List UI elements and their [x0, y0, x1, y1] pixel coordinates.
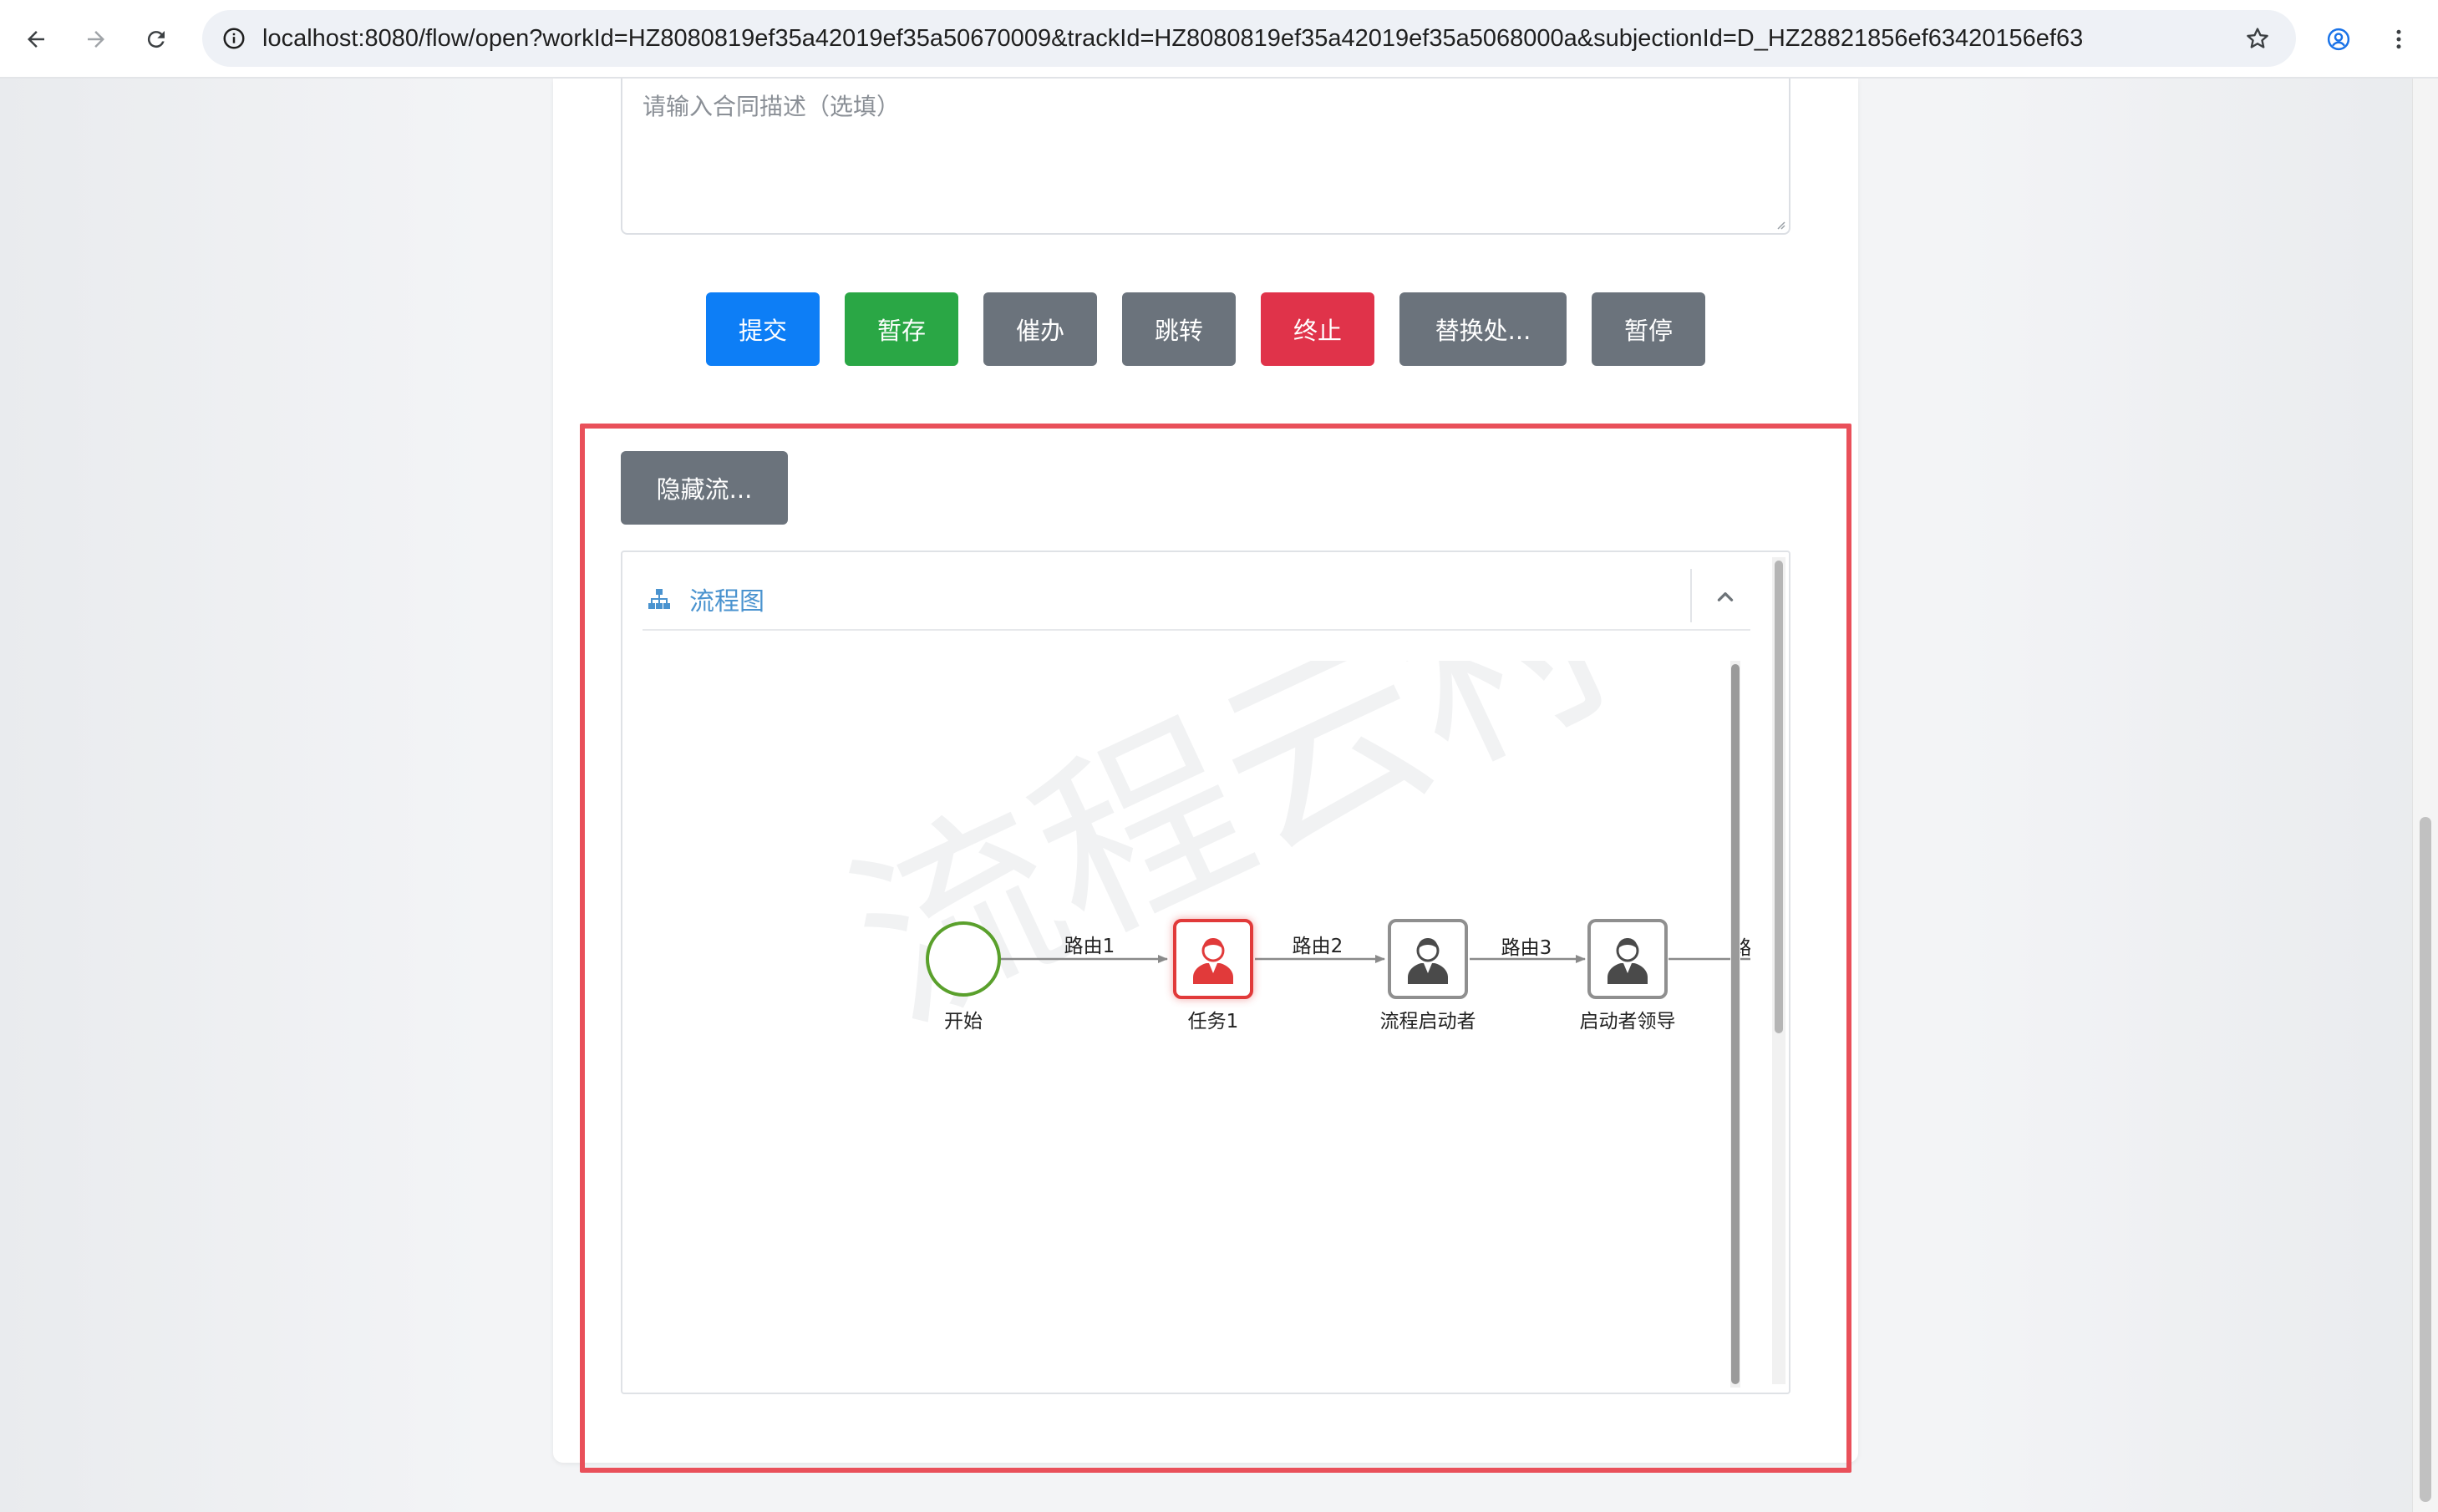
start-event[interactable] — [926, 921, 1001, 997]
terminate-button[interactable]: 终止 — [1261, 292, 1374, 366]
flow-canvas: 流程云村 开始 任务1 流程启动者 启动者领导 路由1 路由2 路由3 路 — [643, 661, 1750, 1379]
textarea-placeholder: 请输入合同描述（选填） — [643, 93, 901, 120]
canvas-scrollbar[interactable] — [1730, 661, 1740, 1388]
flow-chart-panel: 流程图 流程云村 开始 任务1 流程启动者 启动者领导 路由1 路由2 路由3 … — [621, 551, 1790, 1394]
pause-button[interactable]: 暂停 — [1592, 292, 1705, 366]
task1-label: 任务1 — [1187, 1011, 1239, 1033]
panel-title: 流程图 — [689, 587, 764, 616]
sitemap-icon — [648, 589, 670, 609]
task1-node[interactable] — [1173, 919, 1253, 999]
initiator-node[interactable] — [1388, 919, 1468, 999]
profile-button[interactable] — [2316, 17, 2361, 62]
route3-label: 路由3 — [1501, 937, 1552, 959]
back-button[interactable] — [13, 17, 58, 62]
star-icon[interactable] — [2239, 20, 2276, 57]
collapse-button[interactable] — [1709, 581, 1742, 614]
replace-handler-button[interactable]: 替换处... — [1399, 292, 1567, 366]
route1-label: 路由1 — [1064, 936, 1115, 957]
url-text[interactable]: localhost:8080/flow/open?workId=HZ808081… — [262, 10, 2084, 67]
hide-flow-button[interactable]: 隐藏流... — [621, 451, 788, 525]
reload-button[interactable] — [134, 17, 179, 62]
route2-label: 路由2 — [1292, 936, 1343, 957]
page-scrollbar-thumb[interactable] — [2420, 817, 2431, 1502]
panel-header: 流程图 — [643, 569, 1750, 631]
initiator-label: 流程启动者 — [1379, 1011, 1476, 1033]
reload-icon — [147, 31, 165, 48]
forward-button[interactable] — [74, 17, 119, 62]
panel-scrollbar[interactable] — [1772, 557, 1785, 1384]
submit-button[interactable]: 提交 — [706, 292, 820, 366]
user-task-icon — [1408, 938, 1448, 984]
address-bar[interactable]: localhost:8080/flow/open?workId=HZ808081… — [202, 10, 2296, 67]
panel-scrollbar-thumb[interactable] — [1775, 561, 1783, 1033]
arrow-right-icon — [88, 31, 104, 48]
urge-button[interactable]: 催办 — [983, 292, 1097, 366]
info-icon[interactable] — [216, 20, 252, 57]
header-divider — [1690, 569, 1692, 622]
jump-button[interactable]: 跳转 — [1122, 292, 1236, 366]
account-icon — [2327, 28, 2350, 51]
browser-toolbar: localhost:8080/flow/open?workId=HZ808081… — [0, 0, 2438, 79]
user-task-icon — [1608, 938, 1648, 984]
initiator-leader-label: 启动者领导 — [1579, 1011, 1676, 1033]
initiator-leader-node[interactable] — [1587, 919, 1668, 999]
contract-description-textarea[interactable]: 请输入合同描述（选填） — [621, 79, 1790, 235]
start-label: 开始 — [944, 1011, 983, 1033]
canvas-scrollbar-thumb[interactable] — [1731, 664, 1740, 1384]
menu-button[interactable] — [2376, 17, 2421, 62]
user-task-icon — [1193, 938, 1233, 984]
more-vert-icon — [2396, 29, 2401, 49]
save-draft-button[interactable]: 暂存 — [845, 292, 958, 366]
page-scrollbar[interactable] — [2412, 79, 2438, 1512]
resize-grip-icon[interactable] — [1774, 218, 1785, 230]
chevron-up-icon — [1717, 592, 1734, 601]
arrow-left-icon — [28, 31, 44, 48]
